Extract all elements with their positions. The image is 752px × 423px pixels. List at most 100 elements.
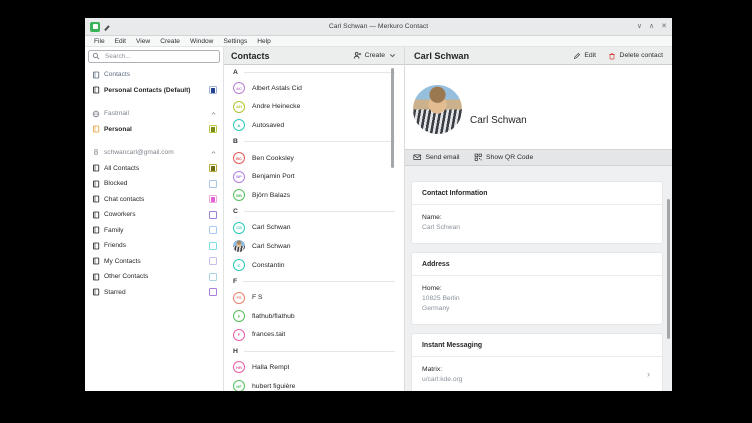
collection-checkbox[interactable] xyxy=(209,195,217,204)
contact-list-scrollbar[interactable] xyxy=(391,68,394,168)
address-book-icon xyxy=(92,86,100,94)
card-body: Home: 10825 Berlin Germany xyxy=(412,276,662,324)
sidebar-row-personal-contacts-default[interactable]: Personal Contacts (Default) xyxy=(85,83,223,99)
search-input[interactable] xyxy=(103,51,216,61)
contact-initials-avatar: F xyxy=(233,328,245,341)
sidebar-group-fastmail[interactable]: Fastmail xyxy=(85,106,223,122)
app-icon[interactable] xyxy=(90,21,100,32)
sidebar-row-label: Chat contacts xyxy=(104,195,145,203)
pin-icon xyxy=(105,24,111,30)
sidebar-row-label: Starred xyxy=(104,288,126,296)
section-divider xyxy=(243,71,395,73)
contact-list-item[interactable]: FS F S xyxy=(224,288,404,307)
contact-list: A AC Albert Astals Cid AH Andre Heinecke A Aut… xyxy=(224,65,404,391)
delete-contact-button[interactable]: Delete contact xyxy=(608,52,663,60)
contact-photo-avatar xyxy=(413,84,462,134)
contact-list-item[interactable]: BP Benjamin Port xyxy=(224,167,404,186)
collection-checkbox[interactable] xyxy=(209,164,217,173)
field-value: 10825 Berlin xyxy=(422,294,460,302)
contact-name: Carl Schwan xyxy=(252,242,291,250)
collection-checkbox[interactable] xyxy=(209,241,217,250)
card-body: Name: Carl Schwan xyxy=(412,205,662,243)
sidebar-row-all-contacts[interactable]: All Contacts xyxy=(85,161,223,177)
edit-button[interactable]: Edit xyxy=(573,52,596,60)
sidebar-row-coworkers[interactable]: Coworkers xyxy=(85,207,223,223)
sidebar-row-blocked[interactable]: Blocked xyxy=(85,176,223,192)
contact-list-item[interactable]: A Autosaved xyxy=(224,116,404,135)
show-qr-button[interactable]: Show QR Code xyxy=(474,153,533,162)
collection-checkbox[interactable] xyxy=(209,210,217,219)
close-button[interactable]: ✕ xyxy=(661,23,667,30)
sidebar-row-my-contacts[interactable]: My Contacts xyxy=(85,254,223,270)
menu-item-create[interactable]: Create xyxy=(155,38,185,45)
titlebar[interactable]: Carl Schwan — Merkuro Contact ∨ ∧ ✕ xyxy=(85,18,672,36)
sidebar-row-personal[interactable]: Personal xyxy=(85,122,223,138)
maximize-button[interactable]: ∧ xyxy=(649,23,654,30)
sidebar-row-other-contacts[interactable]: Other Contacts xyxy=(85,269,223,285)
contact-name: Carl Schwan xyxy=(252,224,291,232)
sidebar-row-chat-contacts[interactable]: Chat contacts xyxy=(85,192,223,208)
create-button[interactable]: Create xyxy=(353,51,397,60)
detail-scrollbar[interactable] xyxy=(667,199,670,339)
section-divider xyxy=(243,141,395,143)
collection-checkbox[interactable] xyxy=(209,179,217,188)
collection-checkbox[interactable] xyxy=(209,257,217,266)
menu-item-edit[interactable]: Edit xyxy=(110,38,131,45)
contact-list-item[interactable]: Ffrances.tait xyxy=(224,326,404,345)
collection-checkbox[interactable] xyxy=(209,226,217,235)
contact-actions-toolbar: Send email Show QR Code xyxy=(405,149,672,166)
contact-list-item[interactable]: AC Albert Astals Cid xyxy=(224,79,404,98)
chevron-up-icon xyxy=(210,149,217,156)
field-text: Home: 10825 Berlin Germany xyxy=(422,283,652,315)
sidebar-row-friends[interactable]: Friends xyxy=(85,238,223,254)
search-icon xyxy=(92,52,100,60)
collection-checkbox[interactable] xyxy=(209,288,217,297)
pencil-icon xyxy=(573,52,580,59)
contact-list-item[interactable]: BB Björn Balazs xyxy=(224,186,404,205)
menu-item-view[interactable]: View xyxy=(131,38,155,45)
section-divider xyxy=(243,350,395,352)
contact-list-item[interactable]: Fflathub/flathub xyxy=(224,307,404,326)
sidebar-group-gmail-account[interactable]: 8 schwancarl@gmail.com xyxy=(85,145,223,161)
add-person-icon xyxy=(353,52,361,59)
address-book-icon xyxy=(92,125,100,133)
menu-item-window[interactable]: Window xyxy=(185,38,218,45)
contact-list-item[interactable]: HR Halla Rempt xyxy=(224,358,404,377)
sidebar-row-label: My Contacts xyxy=(104,257,141,265)
collection-checkbox[interactable] xyxy=(209,86,217,95)
contact-list-item[interactable]: AH Andre Heinecke xyxy=(224,98,404,117)
detail-scroll-area: Contact Information Name: Carl Schwan Addre… xyxy=(405,166,672,391)
sidebar-row-starred[interactable]: Starred xyxy=(85,285,223,301)
section-letter-row: B xyxy=(224,135,404,149)
section-letter: H xyxy=(233,347,238,355)
contact-initials-avatar: A xyxy=(233,119,245,132)
address-book-icon xyxy=(92,180,100,188)
minimize-button[interactable]: ∨ xyxy=(637,23,642,30)
detail-field[interactable]: Matrix: u/carl:kde.org › xyxy=(422,364,652,386)
search-box[interactable] xyxy=(88,49,220,63)
contact-list-item[interactable]: C Constantin xyxy=(224,256,404,275)
window-title: Carl Schwan — Merkuro Contact xyxy=(328,23,429,30)
contact-name: Halla Rempt xyxy=(252,363,290,371)
contact-initials-avatar: FS xyxy=(233,291,245,304)
sidebar-row-label: Personal xyxy=(104,125,132,133)
section-letter: C xyxy=(233,208,238,216)
contact-list-item[interactable]: BC Ben Cooksley xyxy=(224,149,404,168)
sidebar-row-contacts[interactable]: Contacts xyxy=(85,67,223,83)
contact-list-item[interactable]: Carl Schwan xyxy=(224,237,404,256)
menu-item-settings[interactable]: Settings xyxy=(218,38,252,45)
collection-checkbox[interactable] xyxy=(209,125,217,134)
collection-checkbox[interactable] xyxy=(209,272,217,281)
chevron-up-icon xyxy=(210,110,217,117)
envelope-icon xyxy=(413,154,422,161)
sidebar-row-family[interactable]: Family xyxy=(85,223,223,239)
sidebar-row-label: Contacts xyxy=(104,71,131,79)
trash-icon xyxy=(609,52,615,59)
menu-item-help[interactable]: Help xyxy=(252,38,276,45)
send-email-button[interactable]: Send email xyxy=(413,153,460,162)
menu-item-file[interactable]: File xyxy=(89,38,110,45)
contact-initials-avatar: C xyxy=(233,259,245,272)
contact-list-item[interactable]: HF hubert figuière xyxy=(224,377,404,391)
contact-list-item[interactable]: CS Carl Schwan xyxy=(224,219,404,238)
card-body: Matrix: u/carl:kde.org › xyxy=(412,357,662,392)
